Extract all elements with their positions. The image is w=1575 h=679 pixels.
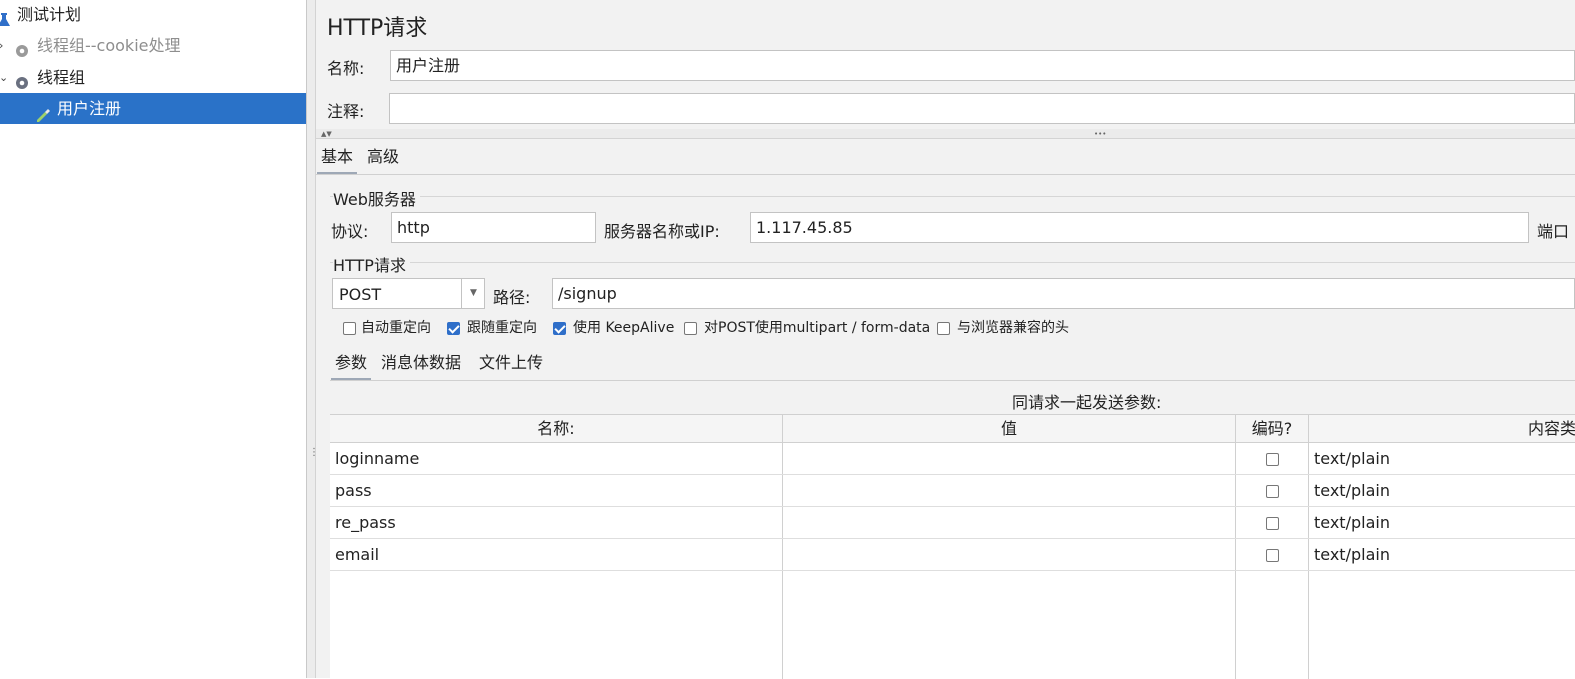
content-type-cell[interactable]: text/plain xyxy=(1309,475,1390,507)
drag-handle-icon: ••• xyxy=(1094,130,1107,138)
table-row[interactable]: email text/plain xyxy=(330,539,1575,571)
tree-node-label: 测试计划 xyxy=(17,5,82,24)
content-type-cell[interactable]: text/plain xyxy=(1309,539,1390,571)
tree-node-label: 用户注册 xyxy=(57,99,122,118)
group-border xyxy=(330,196,1575,197)
http-request-group-title: HTTP请求 xyxy=(333,252,410,276)
tab-file-upload[interactable]: 文件上传 xyxy=(475,348,547,378)
param-value-cell[interactable] xyxy=(783,539,788,571)
encode-checkbox[interactable] xyxy=(1266,485,1279,498)
keepalive-checkbox[interactable] xyxy=(553,322,566,335)
tree-node-label: 线程组--cookie处理 xyxy=(37,36,181,55)
param-name-cell[interactable]: email xyxy=(330,539,379,571)
subtab-divider xyxy=(330,380,1575,381)
param-name-cell[interactable]: loginname xyxy=(330,443,419,475)
tree-node-label: 线程组 xyxy=(37,68,86,87)
http-request-panel: HTTP请求 名称: 用户注册 注释: ▲▼ ••• 基本 高级 Web服务器 … xyxy=(316,0,1575,679)
flask-icon xyxy=(0,7,12,26)
pipette-icon xyxy=(35,101,51,122)
param-value-cell[interactable] xyxy=(783,443,788,475)
multipart-label: 对POST使用multipart / form-data xyxy=(704,320,931,336)
table-row[interactable]: pass text/plain xyxy=(330,475,1575,507)
server-field[interactable]: 1.117.45.85 xyxy=(750,212,1529,243)
params-caption: 同请求一起发送参数: xyxy=(1012,393,1162,412)
parameters-table: 名称: 值 编码? 内容类型 loginname text/plain pass… xyxy=(330,414,1575,679)
group-border xyxy=(330,262,1575,263)
web-server-group-title: Web服务器 xyxy=(333,186,420,210)
server-label: 服务器名称或IP: xyxy=(604,222,720,241)
gear-icon xyxy=(14,38,30,57)
name-label: 名称: xyxy=(327,59,365,78)
column-header-value[interactable]: 值 xyxy=(783,415,1235,443)
method-select[interactable]: POST ▼ xyxy=(332,278,485,309)
tab-basic[interactable]: 基本 xyxy=(317,142,358,175)
comment-field[interactable] xyxy=(389,93,1575,124)
param-name-cell[interactable]: pass xyxy=(330,475,372,507)
path-field[interactable]: /signup xyxy=(552,278,1575,309)
tree-node-test-plan[interactable]: 测试计划 xyxy=(0,0,306,30)
tab-parameters[interactable]: 参数 xyxy=(331,348,372,381)
path-label: 路径: xyxy=(493,288,531,307)
tab-body-data[interactable]: 消息体数据 xyxy=(377,348,465,378)
browser-headers-checkbox[interactable] xyxy=(937,322,950,335)
horizontal-splitter[interactable]: ▲▼ ••• xyxy=(316,129,1575,139)
param-name-cell[interactable]: re_pass xyxy=(330,507,396,539)
port-label: 端口 xyxy=(1537,222,1570,241)
param-value-cell[interactable] xyxy=(783,475,788,507)
follow-redirect-label: 跟随重定向 xyxy=(467,320,537,336)
comment-label: 注释: xyxy=(327,102,365,121)
keepalive-label: 使用 KeepAlive xyxy=(573,320,675,336)
auto-redirect-checkbox[interactable] xyxy=(343,322,356,335)
param-value-cell[interactable] xyxy=(783,507,788,539)
multipart-checkbox[interactable] xyxy=(684,322,697,335)
chevron-down-icon[interactable]: ▼ xyxy=(461,279,485,308)
chevron-right-icon[interactable]: › xyxy=(0,30,3,61)
method-select-value: POST xyxy=(339,285,382,304)
encode-checkbox[interactable] xyxy=(1266,453,1279,466)
tree-node-thread-group-cookie[interactable]: › 线程组--cookie处理 xyxy=(0,30,306,61)
protocol-field[interactable]: http xyxy=(391,212,596,243)
vertical-splitter[interactable]: ⋮ xyxy=(307,0,319,678)
collapse-arrows-icon[interactable]: ▲▼ xyxy=(321,129,332,139)
encode-checkbox[interactable] xyxy=(1266,549,1279,562)
tree-node-user-register[interactable]: 用户注册 xyxy=(0,93,306,124)
tab-divider xyxy=(316,174,1575,175)
encode-checkbox[interactable] xyxy=(1266,517,1279,530)
column-header-name[interactable]: 名称: xyxy=(330,415,782,443)
auto-redirect-label: 自动重定向 xyxy=(361,320,431,336)
column-header-content-type[interactable]: 内容类型 xyxy=(1309,415,1575,443)
table-row[interactable]: re_pass text/plain xyxy=(330,507,1575,539)
follow-redirect-checkbox[interactable] xyxy=(447,322,460,335)
content-type-cell[interactable]: text/plain xyxy=(1309,443,1390,475)
page-title: HTTP请求 xyxy=(327,16,428,41)
tab-advanced[interactable]: 高级 xyxy=(363,142,403,172)
gear-icon xyxy=(14,70,30,89)
name-field[interactable]: 用户注册 xyxy=(390,50,1575,81)
chevron-down-icon[interactable]: ⌄ xyxy=(0,62,8,93)
column-header-content-type-label: 内容类型 xyxy=(1528,419,1575,438)
tree-node-thread-group[interactable]: ⌄ 线程组 xyxy=(0,62,306,93)
protocol-label: 协议: xyxy=(331,222,369,241)
content-type-cell[interactable]: text/plain xyxy=(1309,507,1390,539)
browser-headers-label: 与浏览器兼容的头 xyxy=(957,320,1069,336)
test-plan-tree: 测试计划 › 线程组--cookie处理 ⌄ 线程组 用户注册 xyxy=(0,0,307,678)
column-header-encode[interactable]: 编码? xyxy=(1236,415,1308,443)
table-row[interactable]: loginname text/plain xyxy=(330,443,1575,475)
